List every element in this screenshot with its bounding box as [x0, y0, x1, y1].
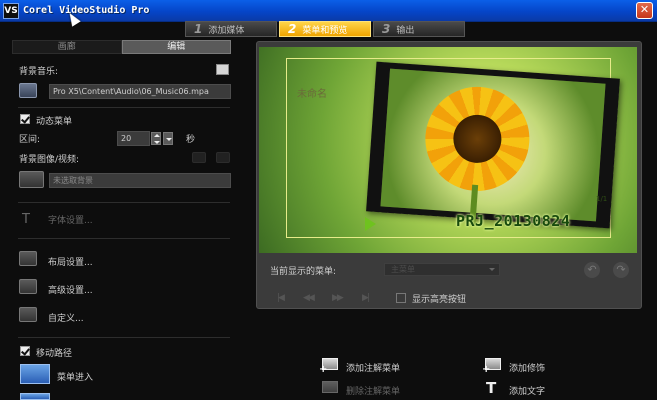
menu-preview: 未命名 1/1 PRJ_20130824	[259, 47, 637, 253]
bg-image-label: 背景图像/视频:	[19, 155, 80, 165]
bg-picker-icon[interactable]	[19, 171, 44, 188]
current-menu-label: 当前显示的菜单:	[270, 267, 337, 277]
menu-exit-thumbnail[interactable]	[20, 393, 50, 400]
interval-dropdown[interactable]	[163, 132, 173, 145]
font-icon: T	[22, 212, 30, 227]
menu-enter-thumbnail[interactable]	[20, 364, 50, 384]
project-name-text[interactable]: PRJ_20130824	[456, 212, 570, 230]
step-number: 1	[194, 22, 203, 36]
step-menu-preview[interactable]: 2 菜单和预览	[279, 21, 371, 37]
interval-stepper[interactable]	[151, 132, 161, 145]
add-text-button[interactable]: 添加文字	[509, 384, 545, 397]
divider	[18, 337, 230, 338]
font-settings-button[interactable]: 字体设置...	[48, 213, 93, 226]
add-chapter-menu-icon[interactable]: +	[319, 356, 342, 375]
delete-chapter-menu-icon[interactable]	[320, 379, 342, 397]
menu-enter-label: 菜单进入	[57, 373, 94, 383]
current-menu-select[interactable]: 主菜单	[384, 263, 500, 276]
music-path-field[interactable]: Pro X5\Content\Audio\06_Music06.mpa	[49, 84, 231, 99]
motion-path-checkbox[interactable]	[20, 346, 30, 356]
step-add-media[interactable]: 1 添加媒体	[185, 21, 277, 37]
divider	[18, 107, 230, 108]
animated-menu-label: 动态菜单	[36, 117, 73, 127]
divider	[18, 238, 230, 239]
step-bar: 1 添加媒体 2 菜单和预览 3 输出	[185, 21, 485, 37]
last-page-icon[interactable]: ▶|	[362, 293, 370, 303]
add-chapter-menu-button[interactable]: 添加注解菜单	[346, 361, 400, 374]
interval-label: 区间:	[19, 135, 41, 145]
play-icon[interactable]	[365, 217, 376, 231]
interval-input[interactable]: 20	[117, 131, 150, 146]
music-options-icon[interactable]	[216, 64, 229, 75]
add-decoration-icon[interactable]: +	[482, 356, 505, 375]
window-title: Corel VideoStudio Pro	[23, 5, 150, 16]
step-label: 输出	[396, 25, 415, 36]
redo-icon[interactable]: ↷	[613, 262, 629, 278]
menu-title-text[interactable]: 未命名	[297, 85, 327, 100]
sunflower-photo	[366, 61, 620, 229]
show-highlight-checkbox[interactable]	[396, 293, 406, 303]
divider	[18, 202, 230, 203]
step-number: 3	[382, 22, 391, 36]
show-highlight-label: 显示高亮按钮	[412, 295, 467, 305]
interval-unit: 秒	[186, 135, 196, 145]
step-number: 2	[288, 22, 297, 36]
advanced-settings-button[interactable]: 高级设置...	[48, 283, 93, 296]
bg-music-label: 背景音乐:	[19, 67, 59, 77]
customize-icon	[19, 307, 37, 322]
undo-icon[interactable]: ↶	[584, 262, 600, 278]
add-text-icon[interactable]: T	[486, 379, 496, 397]
page-indicator: 1/1	[596, 195, 608, 203]
animated-menu-checkbox[interactable]	[20, 114, 30, 124]
bg-image-option-icon[interactable]	[192, 152, 206, 163]
advanced-icon	[19, 279, 37, 294]
step-output[interactable]: 3 输出	[373, 21, 465, 37]
left-panel-tabs: 画廊 编辑	[12, 40, 231, 54]
layout-settings-button[interactable]: 布局设置...	[48, 255, 93, 268]
customize-button[interactable]: 自定义...	[48, 311, 84, 324]
add-decoration-button[interactable]: 添加修饰	[509, 361, 545, 374]
step-label: 菜单和预览	[302, 25, 348, 36]
bg-field[interactable]: 未选取背景	[49, 173, 231, 188]
prev-page-icon[interactable]: ◀◀	[303, 293, 315, 303]
music-file-icon[interactable]	[19, 83, 37, 98]
app-icon: VS	[3, 3, 19, 19]
close-button[interactable]: ✕	[636, 2, 653, 19]
step-label: 添加媒体	[208, 25, 245, 36]
tab-edit[interactable]: 编辑	[121, 40, 231, 54]
first-page-icon[interactable]: |◀	[277, 293, 285, 303]
delete-chapter-menu-button[interactable]: 删除注解菜单	[346, 384, 400, 397]
bg-video-option-icon[interactable]	[216, 152, 230, 163]
next-page-icon[interactable]: ▶▶	[332, 293, 344, 303]
motion-path-label: 移动路径	[36, 349, 73, 359]
tab-gallery[interactable]: 画廊	[12, 40, 122, 54]
title-bar: VS Corel VideoStudio Pro ✕	[0, 0, 657, 22]
layout-icon	[19, 251, 37, 266]
